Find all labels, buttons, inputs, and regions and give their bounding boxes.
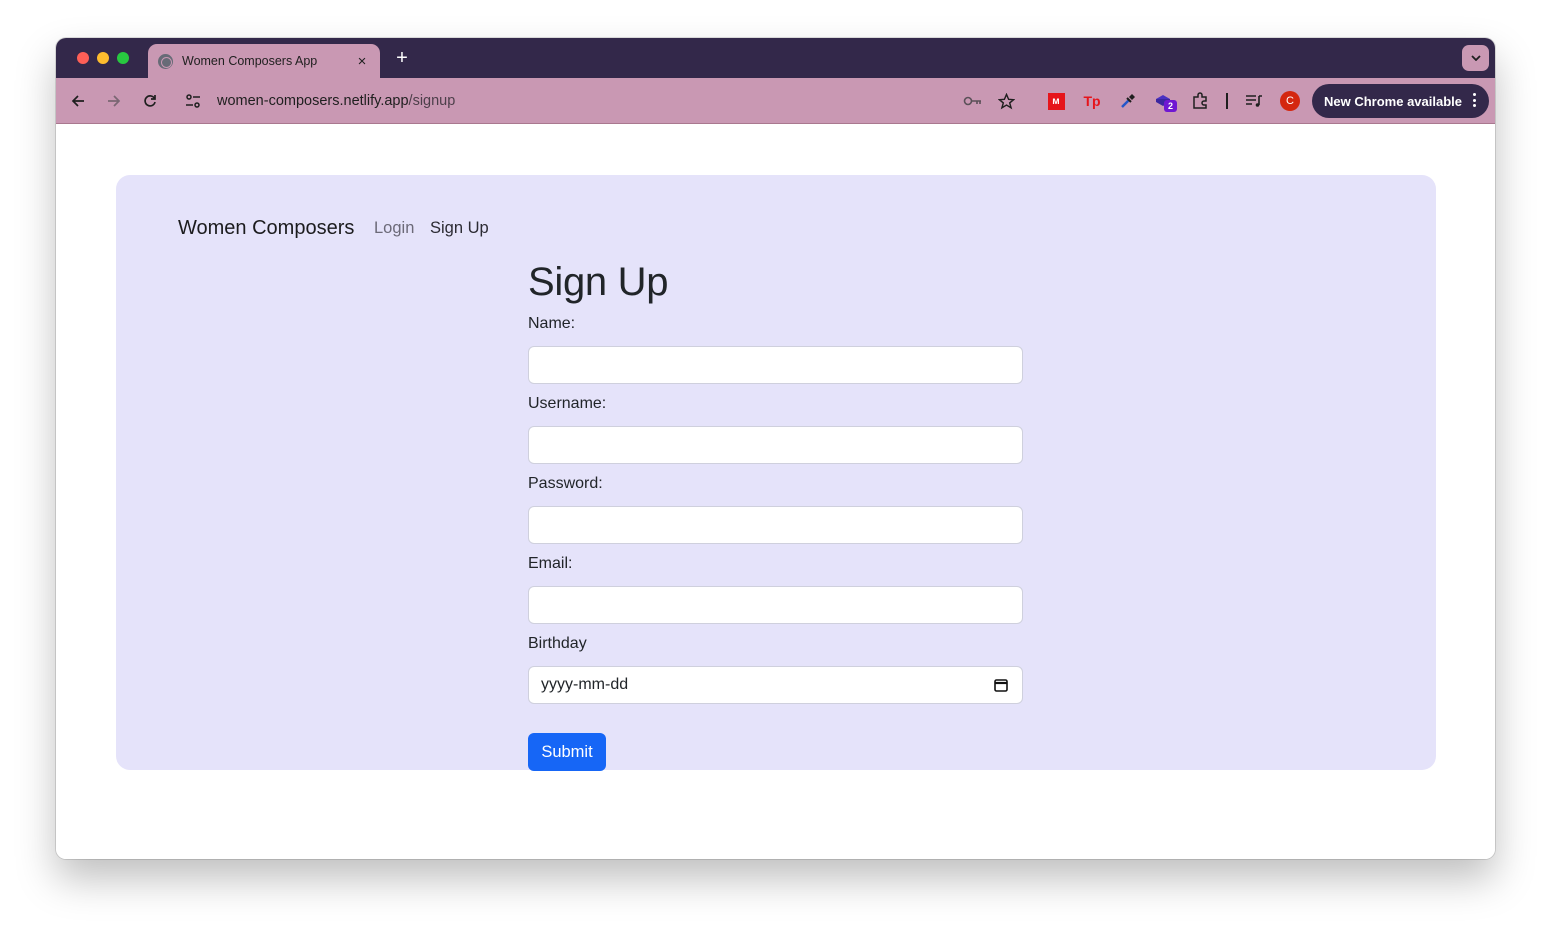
maximize-window-button[interactable] [117,52,129,64]
url-host: women-composers.netlify.app [217,93,409,109]
minimize-window-button[interactable] [97,52,109,64]
more-menu-icon[interactable] [1473,93,1477,110]
eyedropper-icon[interactable] [1118,91,1138,111]
name-input[interactable] [528,346,1023,384]
browser-window: Women Composers App × + women-composers.… [56,38,1495,859]
new-tab-button[interactable]: + [390,46,414,70]
close-tab-icon[interactable]: × [354,53,370,70]
page-viewport: Women Composers Login Sign Up Sign Up Na… [56,125,1495,859]
profile-avatar[interactable]: C [1280,91,1300,111]
signup-form: Sign Up Name: Username: Password: Email:… [528,257,1023,771]
nav-link-login[interactable]: Login [374,219,414,238]
address-bar[interactable]: women-composers.netlify.app/signup [180,86,1020,116]
email-input[interactable] [528,586,1023,624]
key-icon[interactable] [963,91,983,111]
puzzle-icon[interactable] [1190,91,1210,111]
update-label: New Chrome available [1324,93,1462,109]
chevron-down-icon [1470,55,1481,61]
globe-icon [158,53,173,69]
password-label: Password: [528,475,603,492]
submit-button[interactable]: Submit [528,733,606,771]
username-input[interactable] [528,426,1023,464]
extension-badge-icon[interactable]: 2 [1154,91,1177,112]
username-label: Username: [528,395,607,412]
reload-button[interactable] [139,90,161,112]
tab-bar: Women Composers App × + [56,38,1495,78]
toolbar-divider [1226,93,1228,109]
mendeley-icon[interactable]: ᴍ [1046,91,1066,111]
tab-title: Women Composers App [182,54,318,68]
page-title: Sign Up [528,260,669,304]
navbar-brand[interactable]: Women Composers [178,217,354,240]
reading-list-icon[interactable] [1244,91,1264,111]
star-icon[interactable] [996,91,1016,111]
back-arrow-icon [71,95,84,107]
extension-badge-count: 2 [1164,100,1177,112]
back-button[interactable] [67,90,89,112]
birthday-value: yyyy-mm-dd [541,676,629,693]
browser-toolbar: women-composers.netlify.app/signup ᴍ Tp … [56,78,1495,124]
forward-arrow-icon [108,95,121,107]
nav-link-signup[interactable]: Sign Up [430,219,489,238]
new-chrome-available-button[interactable]: New Chrome available [1312,84,1489,118]
password-input[interactable] [528,506,1023,544]
browser-tab[interactable]: Women Composers App × [148,44,380,78]
forward-button[interactable] [103,90,125,112]
birthday-input[interactable]: yyyy-mm-dd [528,666,1023,704]
name-label: Name: [528,315,576,332]
tab-search-button[interactable] [1462,45,1489,71]
calendar-icon[interactable] [994,678,1008,692]
site-settings-icon[interactable] [184,92,202,110]
tp-icon[interactable]: Tp [1082,91,1102,111]
email-label: Email: [528,555,573,572]
main-card: Women Composers Login Sign Up Sign Up Na… [116,175,1436,771]
close-window-button[interactable] [77,52,89,64]
url-path: /signup [408,93,456,109]
birthday-label: Birthday [528,635,587,652]
reload-icon [144,95,156,107]
